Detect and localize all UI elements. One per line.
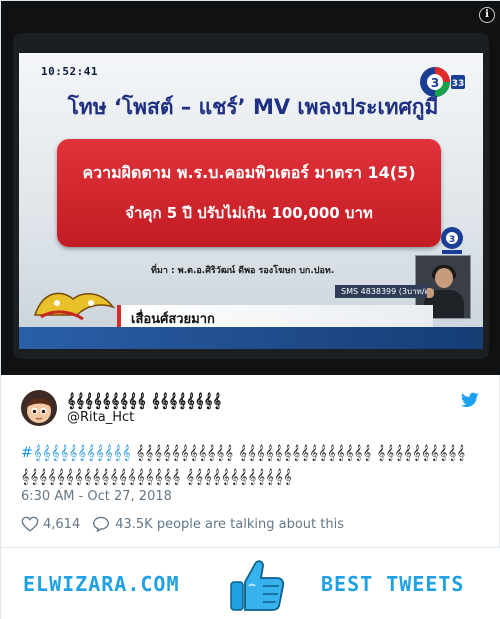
tv-headline: โทษ ‘โพสต์ – แชร์’ MV เพลงประเทศกูมี (67, 95, 439, 119)
branding-footer: ELWIZARA.COM BEST TWEETS (1, 548, 500, 619)
tweet-media-photo[interactable]: 10:52:41 3 33 โทษ ‘โพสต์ – แชร์’ MV เพลง… (1, 1, 500, 375)
best-tweets-label: BEST TWEETS (321, 572, 465, 596)
embedded-tweet-card: 10:52:41 3 33 โทษ ‘โพสต์ – แชร์’ MV เพลง… (0, 0, 500, 619)
talking-about-text[interactable]: 43.5K people are talking about this (115, 517, 344, 532)
display-name[interactable]: 𝄞𝄞𝄞𝄞𝄞𝄞𝄞𝄞𝄞 𝄞𝄞𝄞𝄞𝄞𝄞𝄞𝄞 (67, 393, 222, 409)
ticker-text: เสื่อนศ์สวยมาก (131, 312, 215, 327)
tweet-actions: 4,614 43.5K people are talking about thi… (21, 514, 344, 534)
twitter-bird-icon[interactable] (461, 392, 479, 408)
show-logo-icon (33, 292, 116, 321)
interpreter-face (435, 268, 453, 288)
tv-bottom-strip (19, 327, 483, 349)
speech-bubble-icon[interactable] (92, 516, 110, 532)
info-icon[interactable]: i (479, 7, 495, 23)
avatar[interactable] (21, 390, 57, 426)
site-name: ELWIZARA.COM (23, 572, 180, 596)
tv-screen: 10:52:41 3 33 โทษ ‘โพสต์ – แชร์’ MV เพลง… (19, 53, 483, 349)
news-ticker: เสื่อนศ์สวยมาก (117, 305, 433, 327)
svg-text:3: 3 (449, 235, 455, 245)
sms-bar: SMS 4838399 (3บาท/ครั้ง) (335, 285, 427, 298)
avatar-cartoon-icon (21, 390, 57, 426)
tweet-timestamp[interactable]: 6:30 AM - Oct 27, 2018 (21, 489, 172, 504)
hashtag-link[interactable]: #𝄞𝄞𝄞𝄞𝄞𝄞𝄞𝄞𝄞𝄞𝄞 (21, 445, 131, 461)
ch3-small-logo-icon: 3 (441, 227, 463, 254)
penalty-sentence-text: จำคุก 5 ปี ปรับไม่เกิน 100,000 บาท (125, 204, 373, 222)
like-count[interactable]: 4,614 (43, 517, 80, 532)
heart-icon[interactable] (21, 516, 39, 532)
tweet-text: #𝄞𝄞𝄞𝄞𝄞𝄞𝄞𝄞𝄞𝄞𝄞 𝄞𝄞𝄞𝄞𝄞𝄞𝄞𝄞𝄞𝄞𝄞 𝄞𝄞𝄞𝄞𝄞𝄞𝄞𝄞𝄞𝄞𝄞𝄞𝄞𝄞𝄞… (21, 441, 483, 489)
tv-clock: 10:52:41 (41, 65, 98, 78)
penalty-law-text: ความผิดตาม พ.ร.บ.คอมพิวเตอร์ มาตรา 14(5) (82, 163, 416, 182)
penalty-box: ความผิดตาม พ.ร.บ.คอมพิวเตอร์ มาตรา 14(5)… (57, 139, 441, 247)
tv-source-credit: ที่มา : พ.ต.อ.ศิริวัฒน์ ดีพอ รองโฆษก บก.… (151, 266, 335, 276)
svg-text:33: 33 (452, 79, 465, 89)
thumbs-up-icon (230, 560, 285, 611)
user-handle[interactable]: @Rita_Hct (67, 410, 134, 425)
svg-text:3: 3 (431, 76, 439, 90)
